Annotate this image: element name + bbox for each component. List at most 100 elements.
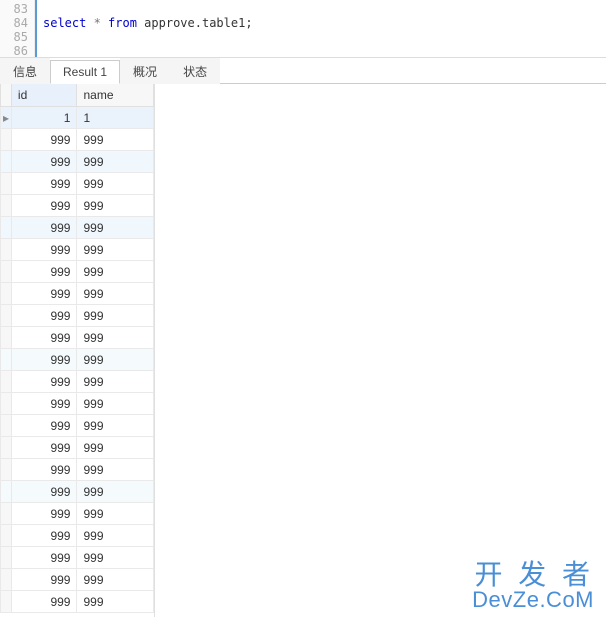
table-row[interactable]: 999999 bbox=[1, 195, 154, 217]
cell-id[interactable]: 999 bbox=[11, 503, 77, 525]
table-row[interactable]: 999999 bbox=[1, 305, 154, 327]
cell-id[interactable]: 999 bbox=[11, 129, 77, 151]
cell-id[interactable]: 999 bbox=[11, 525, 77, 547]
cell-id[interactable]: 1 bbox=[11, 107, 77, 129]
row-marker bbox=[1, 437, 12, 459]
row-marker bbox=[1, 261, 12, 283]
table-row[interactable]: 999999 bbox=[1, 569, 154, 591]
cell-name[interactable]: 999 bbox=[77, 437, 154, 459]
cell-id[interactable]: 999 bbox=[11, 569, 77, 591]
column-header-name[interactable]: name bbox=[77, 84, 154, 107]
table-row[interactable]: 999999 bbox=[1, 437, 154, 459]
table-row[interactable]: 999999 bbox=[1, 525, 154, 547]
cell-name[interactable]: 999 bbox=[77, 569, 154, 591]
table-row[interactable]: 999999 bbox=[1, 261, 154, 283]
cell-name[interactable]: 999 bbox=[77, 591, 154, 613]
row-marker bbox=[1, 151, 12, 173]
cell-name[interactable]: 999 bbox=[77, 195, 154, 217]
cell-name[interactable]: 999 bbox=[77, 349, 154, 371]
table-row[interactable]: 999999 bbox=[1, 415, 154, 437]
cell-name[interactable]: 999 bbox=[77, 151, 154, 173]
cell-id[interactable]: 999 bbox=[11, 173, 77, 195]
column-header-id[interactable]: id bbox=[11, 84, 77, 107]
table-row[interactable]: 999999 bbox=[1, 371, 154, 393]
row-marker bbox=[1, 349, 12, 371]
line-number: 83 bbox=[2, 2, 28, 16]
tab-信息[interactable]: 信息 bbox=[0, 58, 50, 84]
cell-id[interactable]: 999 bbox=[11, 393, 77, 415]
table-row[interactable]: 999999 bbox=[1, 393, 154, 415]
table-row[interactable]: 999999 bbox=[1, 459, 154, 481]
cell-name[interactable]: 999 bbox=[77, 217, 154, 239]
cell-id[interactable]: 999 bbox=[11, 415, 77, 437]
sql-editor[interactable]: 83 84 85 86 select * from approve.table1… bbox=[0, 0, 606, 58]
line-gutter: 83 84 85 86 bbox=[0, 0, 35, 57]
cell-name[interactable]: 999 bbox=[77, 459, 154, 481]
table-row[interactable]: 999999 bbox=[1, 503, 154, 525]
row-marker: ▸ bbox=[1, 107, 12, 129]
line-number: 84 bbox=[2, 16, 28, 30]
table-row[interactable]: 999999 bbox=[1, 283, 154, 305]
cell-name[interactable]: 999 bbox=[77, 547, 154, 569]
table-row[interactable]: 999999 bbox=[1, 239, 154, 261]
cell-name[interactable]: 999 bbox=[77, 393, 154, 415]
cell-id[interactable]: 999 bbox=[11, 481, 77, 503]
table-row[interactable]: 999999 bbox=[1, 547, 154, 569]
cell-name[interactable]: 999 bbox=[77, 481, 154, 503]
table-row[interactable]: 999999 bbox=[1, 327, 154, 349]
cell-name[interactable]: 999 bbox=[77, 371, 154, 393]
sql-keyword: select bbox=[43, 16, 86, 30]
cell-id[interactable]: 999 bbox=[11, 327, 77, 349]
table-row[interactable]: 999999 bbox=[1, 129, 154, 151]
code-content[interactable]: select * from approve.table1; bbox=[35, 0, 606, 57]
row-marker bbox=[1, 371, 12, 393]
cell-id[interactable]: 999 bbox=[11, 261, 77, 283]
row-marker bbox=[1, 283, 12, 305]
table-row[interactable]: ▸11 bbox=[1, 107, 154, 129]
cell-id[interactable]: 999 bbox=[11, 371, 77, 393]
cell-id[interactable]: 999 bbox=[11, 547, 77, 569]
cell-name[interactable]: 999 bbox=[77, 173, 154, 195]
table-row[interactable]: 999999 bbox=[1, 349, 154, 371]
cell-name[interactable]: 999 bbox=[77, 283, 154, 305]
table-row[interactable]: 999999 bbox=[1, 217, 154, 239]
row-marker bbox=[1, 547, 12, 569]
cell-name[interactable]: 999 bbox=[77, 503, 154, 525]
result-grid[interactable]: id name ▸1199999999999999999999999999999… bbox=[0, 84, 155, 617]
cell-name[interactable]: 999 bbox=[77, 327, 154, 349]
cell-name[interactable]: 999 bbox=[77, 261, 154, 283]
row-marker bbox=[1, 327, 12, 349]
cell-name[interactable]: 999 bbox=[77, 305, 154, 327]
table-row[interactable]: 999999 bbox=[1, 151, 154, 173]
line-number: 86 bbox=[2, 44, 28, 58]
cell-id[interactable]: 999 bbox=[11, 437, 77, 459]
cell-id[interactable]: 999 bbox=[11, 239, 77, 261]
table-row[interactable]: 999999 bbox=[1, 591, 154, 613]
row-marker bbox=[1, 525, 12, 547]
cell-name[interactable]: 999 bbox=[77, 239, 154, 261]
cell-id[interactable]: 999 bbox=[11, 305, 77, 327]
cell-id[interactable]: 999 bbox=[11, 459, 77, 481]
tab-状态[interactable]: 状态 bbox=[170, 58, 220, 84]
cell-id[interactable]: 999 bbox=[11, 151, 77, 173]
row-marker bbox=[1, 239, 12, 261]
sql-text: approve.table1; bbox=[137, 16, 253, 30]
cell-id[interactable]: 999 bbox=[11, 283, 77, 305]
sql-keyword: from bbox=[108, 16, 137, 30]
cell-name[interactable]: 999 bbox=[77, 129, 154, 151]
cell-id[interactable]: 999 bbox=[11, 591, 77, 613]
tab-result-1[interactable]: Result 1 bbox=[50, 60, 120, 84]
table-row[interactable]: 999999 bbox=[1, 481, 154, 503]
table-row[interactable]: 999999 bbox=[1, 173, 154, 195]
row-header-corner bbox=[1, 84, 12, 107]
sql-text: * bbox=[86, 16, 108, 30]
row-marker bbox=[1, 305, 12, 327]
cell-name[interactable]: 999 bbox=[77, 415, 154, 437]
row-marker bbox=[1, 591, 12, 613]
cell-id[interactable]: 999 bbox=[11, 349, 77, 371]
tab-概况[interactable]: 概况 bbox=[120, 58, 170, 84]
cell-name[interactable]: 1 bbox=[77, 107, 154, 129]
cell-id[interactable]: 999 bbox=[11, 217, 77, 239]
cell-id[interactable]: 999 bbox=[11, 195, 77, 217]
cell-name[interactable]: 999 bbox=[77, 525, 154, 547]
